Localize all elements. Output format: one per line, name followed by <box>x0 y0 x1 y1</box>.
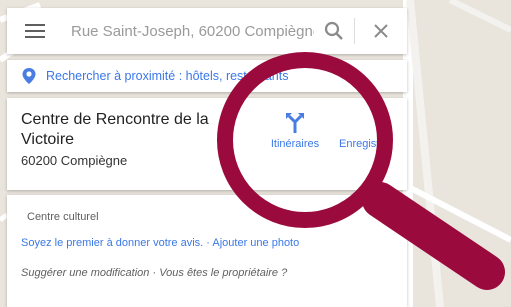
place-name: Centre de Rencontre de la Victoire <box>21 111 209 148</box>
clear-search-button[interactable] <box>355 8 407 54</box>
directions-label: Itinéraires <box>270 138 320 150</box>
link-separator: · <box>206 237 210 249</box>
suggest-separator: · <box>152 267 157 279</box>
place-address: 60200 Compiègne <box>21 153 128 168</box>
menu-button[interactable] <box>7 8 63 54</box>
suggest-edit-row: Suggérer une modification · Vous êtes le… <box>21 267 287 279</box>
close-icon <box>374 24 388 38</box>
nearby-search-text[interactable]: Rechercher à proximité : hôtels, restaur… <box>46 69 288 83</box>
search-button[interactable] <box>314 8 354 54</box>
search-bar <box>7 8 407 54</box>
suggest-edit-link[interactable]: Suggérer une modification <box>21 267 149 279</box>
location-pin-icon <box>22 68 36 84</box>
nearby-search-bar[interactable]: Rechercher à proximité : hôtels, restaur… <box>7 60 407 92</box>
directions-icon <box>286 113 304 133</box>
write-review-link[interactable]: Soyez le premier à donner votre avis. <box>21 237 203 249</box>
place-info-panel: Centre culturel Soyez le premier à donne… <box>7 195 407 307</box>
directions-button[interactable]: Itinéraires <box>265 112 325 150</box>
search-icon <box>324 21 343 40</box>
review-photo-links: Soyez le premier à donner votre avis. · … <box>21 237 299 249</box>
add-photo-link[interactable]: Ajouter une photo <box>212 237 299 249</box>
claim-business-link[interactable]: Vous êtes le propriétaire ? <box>159 267 287 279</box>
search-input[interactable] <box>63 8 314 54</box>
menu-icon <box>25 24 45 38</box>
place-category: Centre culturel <box>27 211 99 223</box>
place-card: Centre de Rencontre de la Victoire 60200… <box>7 98 407 190</box>
save-button[interactable]: Enregistrer <box>339 138 393 150</box>
